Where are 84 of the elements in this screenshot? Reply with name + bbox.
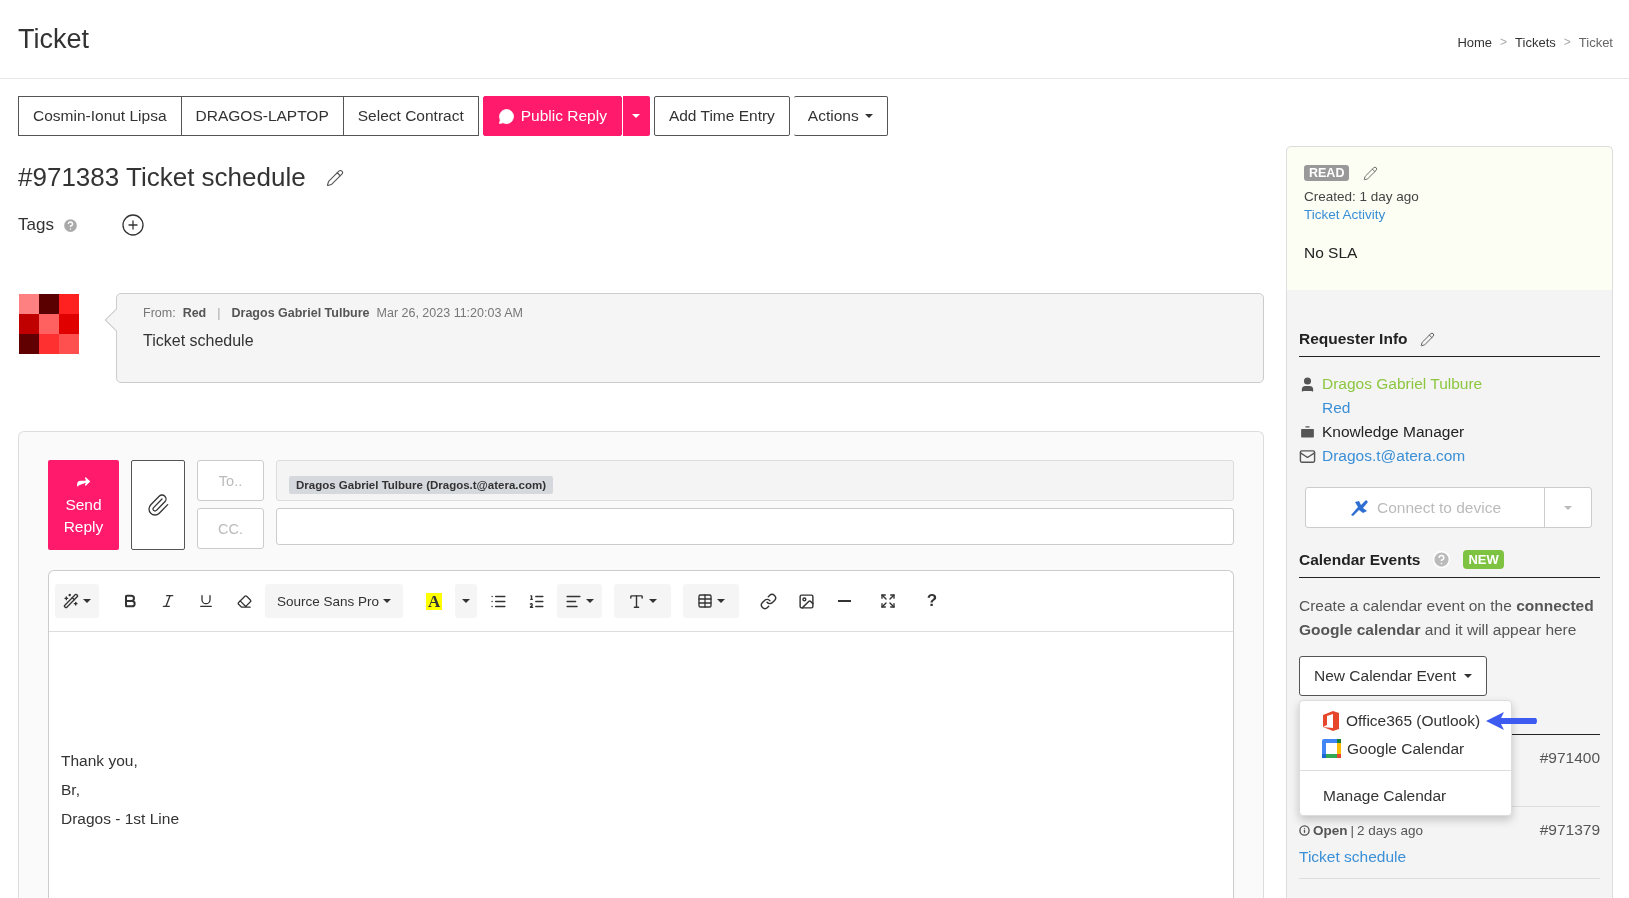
from-label: From: xyxy=(143,306,176,320)
sla-text: No SLA xyxy=(1304,244,1359,262)
caret-icon xyxy=(632,114,641,118)
menu-item[interactable]: Office365 (Outlook) xyxy=(1300,707,1481,735)
message-date: Mar 26, 2023 11:20:03 AM xyxy=(376,306,523,320)
numbered-list-icon xyxy=(527,592,545,610)
calendar-icon xyxy=(1322,739,1341,758)
breadcrumb-link[interactable]: Home xyxy=(1457,34,1493,50)
toolbar-button[interactable]: Add Time Entry xyxy=(653,96,790,136)
sender-company: Red xyxy=(182,306,207,320)
ticket-activity-link[interactable]: Ticket Activity xyxy=(1304,207,1595,222)
mail-icon xyxy=(1299,447,1316,465)
add-tag-icon[interactable] xyxy=(120,213,145,237)
eraser-icon xyxy=(236,593,252,609)
table-button[interactable] xyxy=(683,584,740,618)
section-heading: Calendar Events xyxy=(1299,550,1421,569)
edit-icon[interactable] xyxy=(1363,165,1379,181)
toolbar-button[interactable]: Select Contract xyxy=(343,96,479,136)
italic-icon xyxy=(160,593,176,609)
breadcrumb-link[interactable]: Ticket xyxy=(1578,34,1613,50)
help-button[interactable]: ? xyxy=(915,584,950,618)
avatar-icon xyxy=(18,293,80,355)
tags-label: Tags xyxy=(18,215,54,235)
breadcrumb-link[interactable]: Tickets xyxy=(1515,34,1556,50)
new-badge: NEW xyxy=(1463,550,1504,569)
requester-role: Knowledge Manager xyxy=(1322,423,1465,441)
attach-button[interactable] xyxy=(131,460,185,550)
ticket-number: #971400 xyxy=(1539,749,1600,767)
person-icon xyxy=(1299,375,1316,393)
caret-icon xyxy=(462,599,471,603)
new-calendar-event-button[interactable]: New Calendar Event xyxy=(1299,656,1488,696)
wand-icon xyxy=(63,593,79,609)
briefcase-icon xyxy=(1299,423,1316,441)
text-size-button[interactable] xyxy=(614,584,672,618)
created-text: Created: 1 day ago xyxy=(1304,189,1420,204)
caret-icon xyxy=(1464,674,1473,678)
public-reply-button[interactable]: Public Reply xyxy=(482,96,622,136)
info-icon xyxy=(1299,824,1310,836)
font-dropdown[interactable]: Source Sans Pro xyxy=(265,584,404,618)
calendar-description: Create a calendar event on the connected Google calendar and it will appear here xyxy=(1299,596,1595,640)
body-line: Dragos - 1st Line xyxy=(61,809,181,829)
cc-field[interactable] xyxy=(276,508,1234,545)
paperclip-icon xyxy=(146,493,170,517)
recipient-chip[interactable]: Dragos Gabriel Tulbure (Dragos.t@atera.com) xyxy=(289,475,553,494)
actions-button[interactable]: Actions xyxy=(793,96,888,136)
highlight-button[interactable]: A xyxy=(417,584,452,618)
expand-icon xyxy=(880,593,897,609)
ticket-age: 2 days ago xyxy=(1357,822,1424,838)
toolbar-button[interactable]: DRAGOS-LAPTOP xyxy=(181,96,344,136)
sender-name: Dragos Gabriel Tulbure xyxy=(231,306,370,320)
edit-icon[interactable] xyxy=(1419,331,1435,347)
caret-icon xyxy=(1564,505,1572,510)
status-badge: READ xyxy=(1304,165,1350,181)
body-line: Br, xyxy=(61,780,81,800)
toolbar-button[interactable]: Cosmin-Ionut Lipsa xyxy=(18,96,182,136)
to-field[interactable]: Dragos Gabriel Tulbure (Dragos.t@atera.com) xyxy=(276,460,1234,501)
image-icon xyxy=(797,592,815,610)
menu-item[interactable]: Google Calendar xyxy=(1300,735,1465,762)
link-icon xyxy=(759,592,777,610)
send-reply-button[interactable]: Send Reply xyxy=(48,460,119,550)
magic-button[interactable] xyxy=(55,584,99,618)
align-button[interactable] xyxy=(557,584,603,618)
reply-options-button[interactable] xyxy=(621,96,650,136)
edit-icon[interactable] xyxy=(325,168,344,187)
section-heading: Requester Info xyxy=(1299,330,1408,348)
table-icon xyxy=(697,593,714,609)
ticket-title: #971383 Ticket schedule xyxy=(18,162,306,193)
menu-item[interactable]: Manage Calendar xyxy=(1300,783,1447,809)
minus-icon xyxy=(837,600,851,602)
breadcrumb-separator: > xyxy=(1500,35,1508,49)
caret-icon xyxy=(864,114,873,118)
speech-bubble-icon xyxy=(497,107,515,125)
bold-icon xyxy=(122,593,138,609)
breadcrumb-separator: > xyxy=(1563,35,1571,49)
body-line: Thank you, xyxy=(61,751,139,771)
message-body: Ticket schedule xyxy=(143,332,255,350)
text-size-icon xyxy=(628,592,646,610)
office-icon xyxy=(1322,711,1340,731)
meta-separator: | xyxy=(1350,822,1355,838)
ticket-number: #971379 xyxy=(1539,821,1600,839)
ticket-status: Open xyxy=(1313,822,1348,838)
page-title: Ticket xyxy=(18,23,89,55)
underline-icon xyxy=(198,593,214,609)
meta-separator: | xyxy=(217,306,221,320)
